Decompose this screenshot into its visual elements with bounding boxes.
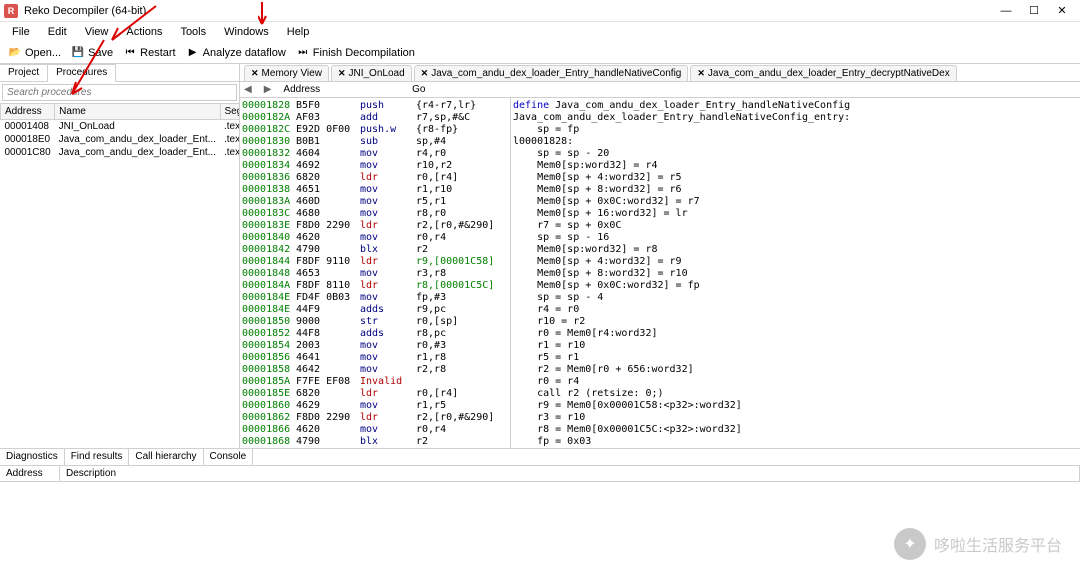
save-button[interactable]: 💾Save — [67, 44, 117, 62]
disasm-row[interactable]: 0000183EF8D0 2290ldrr2,[r0,#&290] — [242, 220, 508, 232]
left-tabs: ProjectProcedures — [0, 64, 239, 82]
disasm-row[interactable]: 00001844F8DF 9110ldrr9,[00001C58] — [242, 256, 508, 268]
disasm-row[interactable]: 0000184AF8DF 8110ldrr8,[00001C5C] — [242, 280, 508, 292]
maximize-button[interactable]: ☐ — [1020, 2, 1048, 20]
bottom-tab-diagnostics[interactable]: Diagnostics — [0, 449, 65, 465]
nav-back-icon[interactable]: ◀ — [244, 84, 252, 95]
analyze-button[interactable]: ▶Analyze dataflow — [182, 44, 290, 62]
open-button-icon: 📂 — [8, 46, 22, 60]
menubar: FileEditViewActionsToolsWindowsHelp — [0, 22, 1080, 42]
disasm-tab[interactable]: ✕JNI_OnLoad — [331, 65, 412, 81]
disasm-row[interactable]: 0000185AF7FE EF08Invalid — [242, 376, 508, 388]
disasm-row[interactable]: 0000184E44F9addsr9,pc — [242, 304, 508, 316]
restart-button-icon: ⏮ — [123, 46, 137, 60]
restart-button-label: Restart — [140, 47, 175, 59]
disasm-row[interactable]: 000018509000strr0,[sp] — [242, 316, 508, 328]
disasm-row[interactable]: 0000185244F8addsr8,pc — [242, 328, 508, 340]
disasm-row[interactable]: 000018344692movr10,r2 — [242, 160, 508, 172]
bottom-tab-call-hierarchy[interactable]: Call hierarchy — [129, 449, 203, 465]
toolbar: 📂Open...💾Save⏮Restart▶Analyze dataflow⏭F… — [0, 42, 1080, 64]
table-row[interactable]: 000018E0Java_com_andu_dex_loader_Ent....… — [1, 133, 240, 146]
disassembly-tabs: ✕Memory View✕JNI_OnLoad✕Java_com_andu_de… — [240, 64, 1080, 82]
col-name[interactable]: Name — [55, 104, 220, 120]
address-label: Address — [283, 84, 320, 95]
disasm-row[interactable]: 0000183A460Dmovr5,r1 — [242, 196, 508, 208]
disasm-row[interactable]: 0000182AAF03addr7,sp,#&C — [242, 112, 508, 124]
disasm-tab[interactable]: ✕Java_com_andu_dex_loader_Entry_decryptN… — [690, 65, 956, 81]
analyze-button-icon: ▶ — [186, 46, 200, 60]
bottom-col-address[interactable]: Address — [0, 466, 60, 481]
window-title: Reko Decompiler (64-bit) — [24, 5, 992, 17]
nav-row: ◀ ▶ Address Go — [240, 82, 1080, 98]
disasm-row[interactable]: 00001862F8D0 2290ldrr2,[r0,#&290] — [242, 412, 508, 424]
bottom-tabs: DiagnosticsFind resultsCall hierarchyCon… — [0, 448, 1080, 466]
finish-button-label: Finish Decompilation — [313, 47, 415, 59]
tab-label: Java_com_andu_dex_loader_Entry_handleNat… — [431, 68, 681, 79]
tab-project[interactable]: Project — [0, 64, 48, 81]
disasm-row[interactable]: 000018384651movr1,r10 — [242, 184, 508, 196]
menu-file[interactable]: File — [4, 24, 38, 40]
menu-view[interactable]: View — [77, 24, 117, 40]
restart-button[interactable]: ⏮Restart — [119, 44, 179, 62]
disasm-row[interactable]: 000018484653movr3,r8 — [242, 268, 508, 280]
bottom-tab-find-results[interactable]: Find results — [65, 449, 130, 465]
tab-procedures[interactable]: Procedures — [48, 64, 116, 82]
bottom-tab-console[interactable]: Console — [204, 449, 254, 465]
tab-label: JNI_OnLoad — [348, 68, 404, 79]
close-icon[interactable]: ✕ — [251, 68, 259, 79]
col-address[interactable]: Address — [1, 104, 55, 120]
disasm-tab[interactable]: ✕Memory View — [244, 65, 329, 81]
open-button[interactable]: 📂Open... — [4, 44, 65, 62]
tab-label: Java_com_andu_dex_loader_Entry_decryptNa… — [708, 68, 950, 79]
disasm-row[interactable]: 0000184EFD4F 0B03movfp,#3 — [242, 292, 508, 304]
disasm-row[interactable]: 0000182CE92D 0F00push.w{r8-fp} — [242, 124, 508, 136]
bottom-headers: AddressDescription — [0, 466, 1080, 482]
disasm-row[interactable]: 000018424790blxr2 — [242, 244, 508, 256]
bottom-content — [0, 482, 1080, 586]
disasm-row[interactable]: 000018542003movr0,#3 — [242, 340, 508, 352]
app-icon: R — [4, 4, 18, 18]
close-button[interactable]: ✕ — [1048, 2, 1076, 20]
disasm-row[interactable]: 000018684790blxr2 — [242, 436, 508, 448]
disasm-row[interactable]: 000018664620movr0,r4 — [242, 424, 508, 436]
search-input[interactable] — [2, 84, 237, 101]
disasm-row[interactable]: 00001830B0B1subsp,#4 — [242, 136, 508, 148]
nav-forward-icon[interactable]: ▶ — [264, 84, 272, 95]
tab-label: Memory View — [262, 68, 322, 79]
disasm-tab[interactable]: ✕Java_com_andu_dex_loader_Entry_handleNa… — [414, 65, 689, 81]
menu-tools[interactable]: Tools — [172, 24, 214, 40]
open-button-label: Open... — [25, 47, 61, 59]
disasm-row[interactable]: 000018366820ldrr0,[r4] — [242, 172, 508, 184]
disasm-row[interactable]: 0000183C4680movr8,r0 — [242, 208, 508, 220]
disasm-row[interactable]: 000018324604movr4,r0 — [242, 148, 508, 160]
menu-help[interactable]: Help — [279, 24, 318, 40]
col-segment[interactable]: Segment — [220, 104, 239, 120]
disassembly-pane[interactable]: 00001828B5F0push{r4-r7,lr}0000182AAF03ad… — [240, 98, 510, 448]
procedure-table: AddressNameSegment 00001408JNI_OnLoad.te… — [0, 103, 239, 448]
disasm-row[interactable]: 000018584642movr2,r8 — [242, 364, 508, 376]
close-icon[interactable]: ✕ — [338, 68, 346, 79]
disasm-row[interactable]: 000018604629movr1,r5 — [242, 400, 508, 412]
minimize-button[interactable]: — — [992, 2, 1020, 20]
table-row[interactable]: 00001408JNI_OnLoad.text — [1, 120, 240, 134]
finish-button-icon: ⏭ — [296, 46, 310, 60]
disasm-row[interactable]: 000018404620movr0,r4 — [242, 232, 508, 244]
close-icon[interactable]: ✕ — [697, 68, 705, 79]
menu-edit[interactable]: Edit — [40, 24, 75, 40]
save-button-icon: 💾 — [71, 46, 85, 60]
menu-windows[interactable]: Windows — [216, 24, 277, 40]
disasm-row[interactable]: 0000185E6820ldrr0,[r4] — [242, 388, 508, 400]
analyze-button-label: Analyze dataflow — [203, 47, 286, 59]
save-button-label: Save — [88, 47, 113, 59]
finish-button[interactable]: ⏭Finish Decompilation — [292, 44, 419, 62]
menu-actions[interactable]: Actions — [118, 24, 170, 40]
bottom-col-description[interactable]: Description — [60, 466, 1080, 481]
close-icon[interactable]: ✕ — [421, 68, 429, 79]
decompiler-pane[interactable]: define Java_com_andu_dex_loader_Entry_ha… — [510, 98, 1080, 448]
disasm-row[interactable]: 00001828B5F0push{r4-r7,lr} — [242, 100, 508, 112]
disasm-row[interactable]: 000018564641movr1,r8 — [242, 352, 508, 364]
go-label: Go — [412, 84, 425, 95]
table-row[interactable]: 00001C80Java_com_andu_dex_loader_Ent....… — [1, 146, 240, 159]
